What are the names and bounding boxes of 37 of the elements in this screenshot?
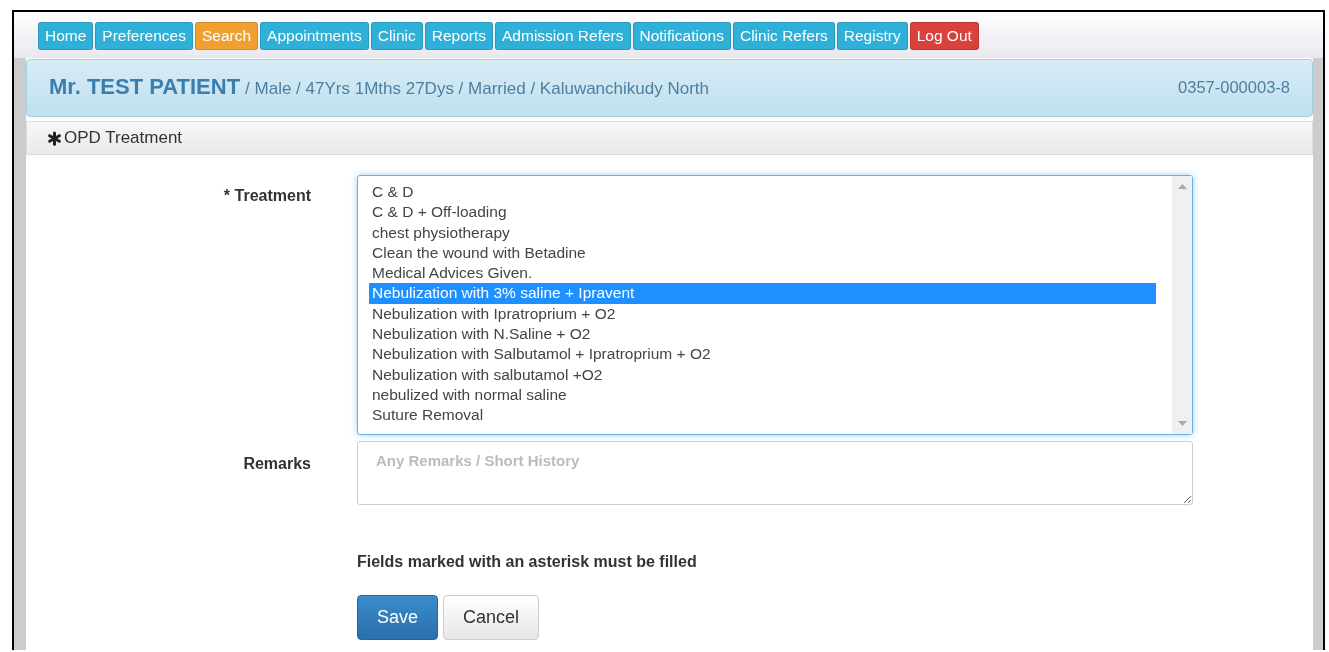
- nav-tab[interactable]: Preferences: [95, 22, 193, 50]
- nav-tab[interactable]: Home: [38, 22, 94, 50]
- treatment-option[interactable]: Nebulization with Salbutamol + Ipratroprium + O2: [369, 344, 1156, 365]
- treatment-option[interactable]: C & D + Off-loading: [369, 202, 1156, 223]
- treatment-option[interactable]: Nebulization with Ipratroprium + O2: [369, 303, 1156, 325]
- nav-tab[interactable]: Log Out: [909, 22, 979, 50]
- treatment-label: * Treatment: [222, 186, 311, 206]
- section-title: OPD Treatment: [64, 128, 183, 148]
- treatment-option[interactable]: Nebulization with 3% saline + Ipravent: [369, 283, 1156, 304]
- nav-tab[interactable]: Clinic: [370, 22, 423, 50]
- cancel-button[interactable]: Cancel: [443, 595, 540, 640]
- remarks-label: Remarks: [242, 454, 311, 474]
- nav-tab[interactable]: Clinic Refers: [732, 22, 835, 50]
- required-note: Fields marked with an asterisk must be filled: [357, 553, 698, 571]
- treatment-option[interactable]: Clean the wound with Betadine: [369, 242, 1156, 264]
- nav-tab[interactable]: Admission Refers: [495, 22, 631, 50]
- treatment-option[interactable]: C & D: [369, 182, 1156, 203]
- treatment-option[interactable]: chest physiotherapy: [369, 222, 1156, 243]
- treatment-option[interactable]: nebulized with normal saline: [369, 384, 1156, 406]
- scrollbar[interactable]: [1172, 176, 1192, 434]
- patient-details: / Male / 47Yrs 1Mths 27Dys / Married / Kaluwanchikudy North: [245, 79, 709, 99]
- patient-number: 0357-000003-8: [1178, 77, 1290, 97]
- treatment-listbox[interactable]: [357, 175, 1193, 435]
- nav-tab[interactable]: Registry: [836, 22, 908, 50]
- patient-name: Mr. TEST PATIENT: [49, 74, 241, 100]
- nav-tab[interactable]: Appointments: [260, 22, 369, 50]
- nav-tab[interactable]: Reports: [424, 22, 494, 50]
- treatment-option[interactable]: Medical Advices Given.: [369, 263, 1156, 284]
- scroll-up-icon[interactable]: [1177, 184, 1187, 189]
- scroll-down-icon[interactable]: [1177, 421, 1187, 426]
- treatment-option[interactable]: Suture Removal: [369, 405, 1156, 426]
- nav-tab[interactable]: Notifications: [632, 22, 731, 50]
- save-button[interactable]: Save: [357, 595, 439, 640]
- asterisk-icon: [47, 130, 62, 146]
- remarks-field[interactable]: Any Remarks / Short History: [357, 441, 1193, 505]
- treatment-option[interactable]: Nebulization with salbutamol +O2: [369, 364, 1156, 385]
- treatment-option[interactable]: Nebulization with N.Saline + O2: [369, 324, 1156, 345]
